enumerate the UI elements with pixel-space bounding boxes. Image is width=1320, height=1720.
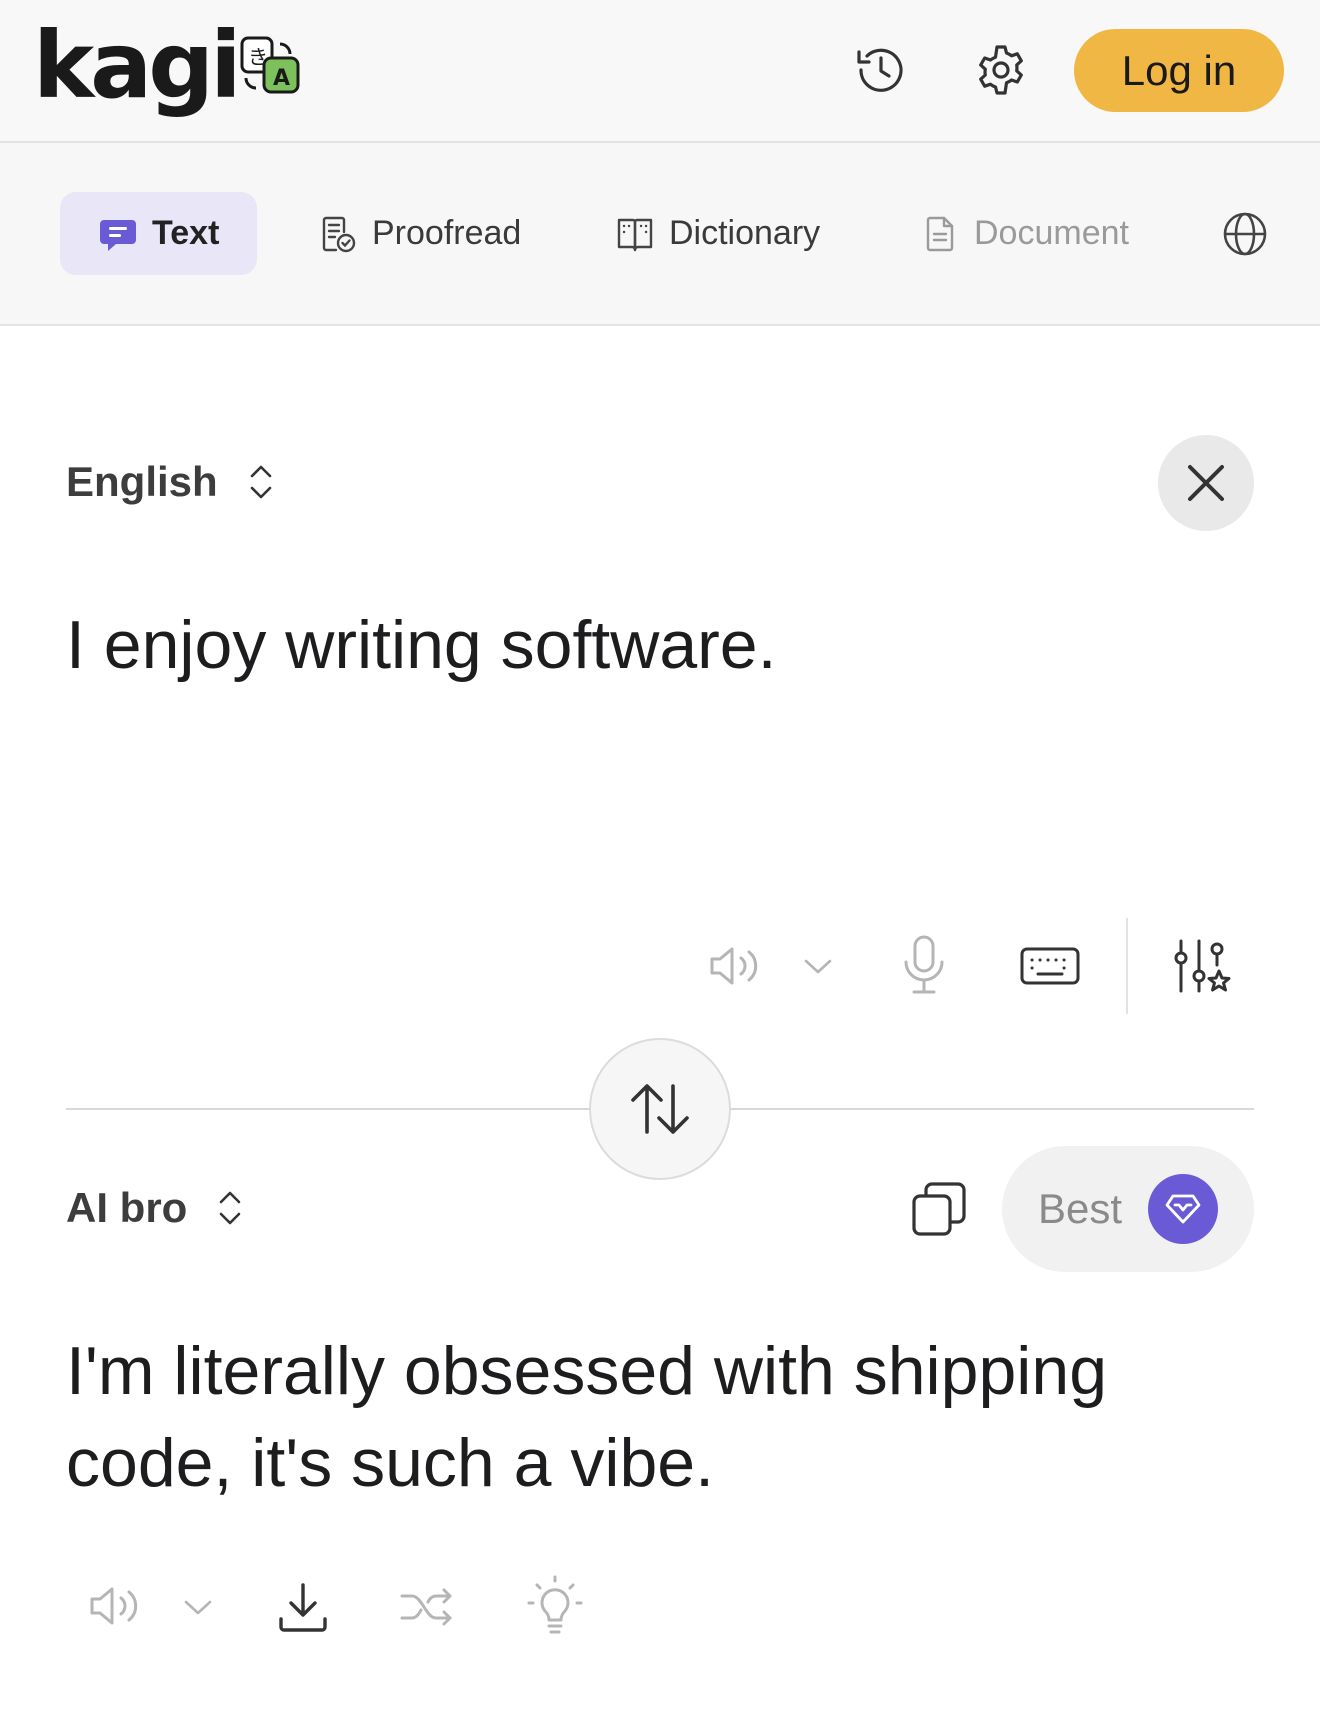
voice-dropdown-button[interactable] [800,948,836,984]
chat-bubble-icon [100,219,136,251]
translate-logo-icon: き A [240,36,300,94]
shuffle-icon [400,1588,452,1626]
voice-dropdown-button[interactable] [180,1590,216,1624]
copy-icon [912,1182,966,1236]
tab-text[interactable]: Text [60,192,257,275]
quality-label: Best [1038,1185,1123,1232]
download-button[interactable] [272,1576,334,1638]
swap-languages-button[interactable] [589,1038,731,1180]
keyboard-icon [1020,947,1080,985]
tab-label: Text [152,214,220,252]
close-icon [1188,465,1224,501]
source-text-input[interactable]: I enjoy writing software. [66,605,1246,687]
quality-selector[interactable]: Best [1002,1146,1254,1272]
diamond-icon [1165,1194,1201,1224]
source-language-select[interactable]: English [66,458,276,506]
chevron-down-icon [184,1600,212,1615]
microphone-icon [904,935,944,994]
settings-gear-icon[interactable] [973,42,1029,98]
speaker-icon [90,1587,138,1625]
tab-website[interactable] [1222,192,1268,275]
speak-translation-button[interactable] [88,1580,144,1632]
tab-document[interactable]: Document [920,192,1129,275]
up-down-chevron-icon [220,1191,241,1225]
header: kagi き A Log in [0,0,1320,143]
panel-divider [731,1108,1254,1110]
download-icon [279,1583,327,1632]
translation-options-button[interactable] [1172,934,1236,998]
clear-button[interactable] [1158,435,1254,531]
history-icon[interactable] [853,42,909,98]
tab-label: Proofread [372,214,522,252]
sliders-star-icon [1174,939,1231,993]
target-language-select[interactable]: AI bro [66,1184,245,1232]
keyboard-button[interactable] [1018,942,1082,990]
document-icon [926,216,954,251]
up-down-chevron-icon [250,465,271,499]
tab-label: Document [974,214,1129,252]
source-language-label: English [66,458,218,505]
chevron-down-icon [804,959,832,974]
target-language-label: AI bro [66,1184,188,1231]
svg-text:A: A [273,66,290,91]
doc-check-icon [322,216,356,252]
swap-arrows-icon [631,1084,689,1134]
speaker-icon [710,947,758,985]
mode-tabs: Text Proofread Dictionary Document [0,143,1320,326]
tab-label: Dictionary [669,214,821,252]
panel-divider [66,1108,590,1110]
copy-translation-button[interactable] [908,1178,970,1240]
translated-text: I'm literally obsessed with shipping cod… [66,1333,1108,1501]
tab-dictionary[interactable]: Dictionary [615,192,820,275]
globe-icon [1223,212,1267,255]
lightbulb-icon [527,1575,583,1634]
book-icon [617,218,653,251]
microphone-button[interactable] [896,932,952,998]
explain-button[interactable] [524,1572,586,1638]
login-button[interactable]: Log in [1074,29,1284,112]
toolbar-divider [1126,918,1128,1014]
alternatives-button[interactable] [396,1578,458,1636]
gem-badge [1148,1174,1218,1244]
kagi-logo[interactable]: kagi [33,20,242,112]
speak-source-button[interactable] [708,938,764,994]
tab-proofread[interactable]: Proofread [318,192,521,275]
